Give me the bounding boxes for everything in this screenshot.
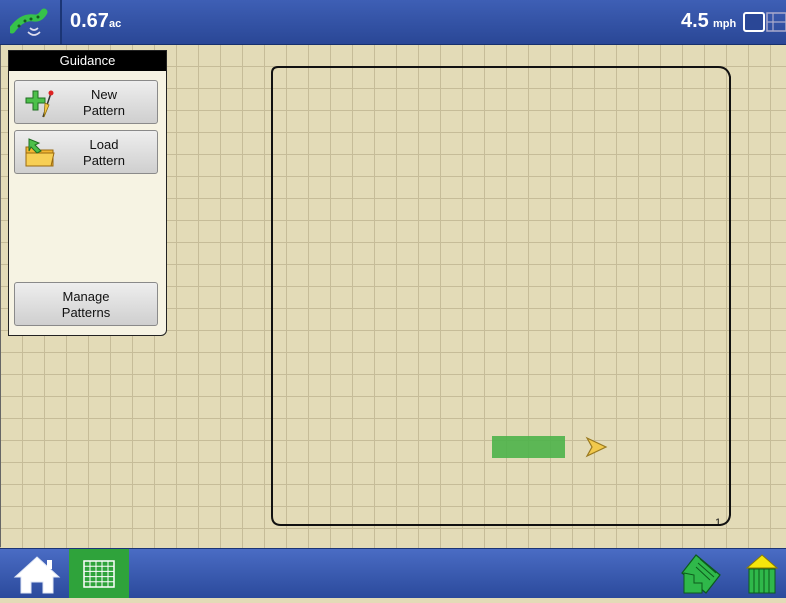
- grid-map-icon: [83, 560, 115, 588]
- panel-title: Guidance: [9, 51, 166, 71]
- speed-unit: mph: [713, 18, 737, 30]
- folder-icon: [25, 138, 55, 167]
- map-view-toggle-icon[interactable]: [743, 11, 786, 35]
- new-pattern-line1: New: [90, 87, 117, 102]
- bottom-nav-bar: [0, 548, 786, 598]
- guidance-panel: Guidance New Pattern Load Pattern Manage…: [8, 50, 167, 336]
- vehicle-arrow-icon: [585, 436, 608, 458]
- grain-bin-icon[interactable]: [744, 553, 780, 595]
- area-unit: ac: [109, 18, 122, 30]
- new-pattern-label: New Pattern: [55, 87, 153, 119]
- home-icon[interactable]: [9, 551, 65, 596]
- top-status-bar: 0.67 ac 4.5 mph: [0, 0, 786, 45]
- map-view-button[interactable]: [69, 549, 129, 598]
- gps-satellite-icon[interactable]: [10, 8, 54, 40]
- area-value: 0.67: [70, 10, 109, 32]
- manage-patterns-line2: Patterns: [61, 305, 111, 320]
- load-pattern-line1: Load: [89, 137, 119, 152]
- speed-value: 4.5: [681, 10, 709, 32]
- new-pattern-line2: Pattern: [83, 103, 125, 118]
- manage-patterns-line1: Manage: [62, 289, 110, 304]
- coverage-area: [492, 436, 565, 458]
- new-pattern-button[interactable]: New Pattern: [14, 80, 158, 124]
- manage-patterns-label: Manage Patterns: [15, 289, 157, 321]
- header-divider: [60, 0, 62, 44]
- manage-patterns-button[interactable]: Manage Patterns: [14, 282, 158, 326]
- boundary-label: 1: [715, 517, 721, 529]
- load-pattern-label: Load Pattern: [55, 137, 153, 169]
- load-pattern-line2: Pattern: [83, 153, 125, 168]
- field-layers-icon[interactable]: [676, 553, 724, 595]
- load-pattern-button[interactable]: Load Pattern: [14, 130, 158, 174]
- new-pattern-icon: [25, 90, 54, 118]
